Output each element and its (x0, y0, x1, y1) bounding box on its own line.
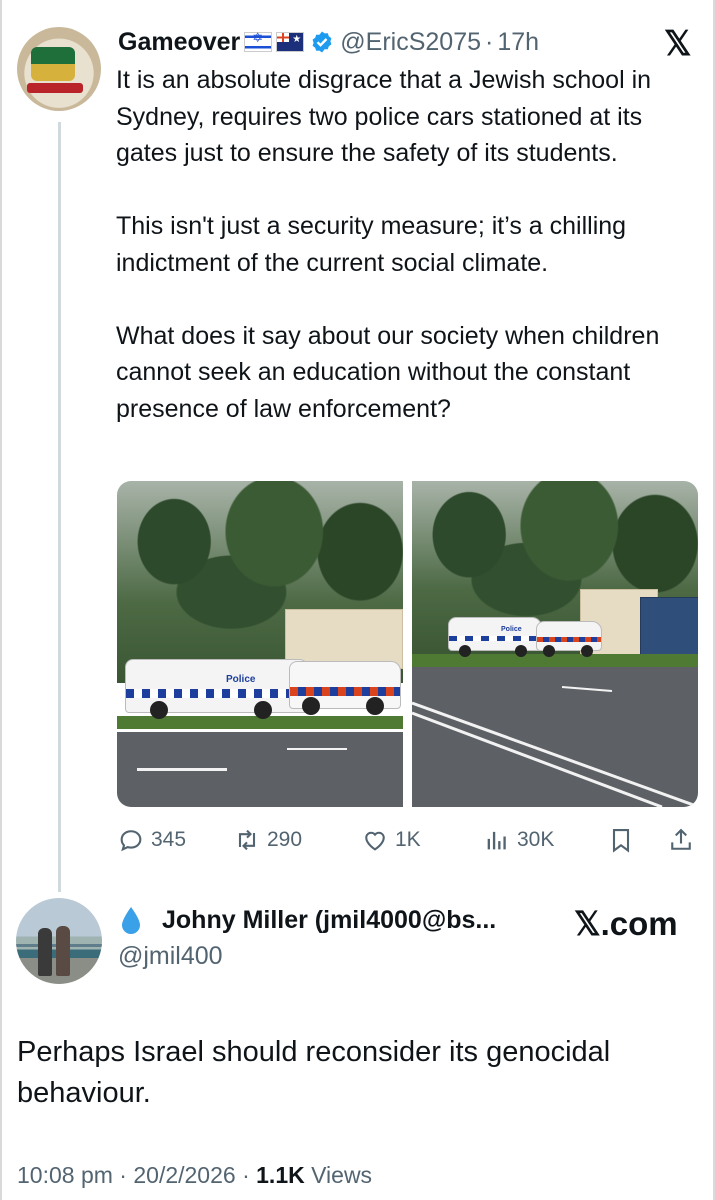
police-car (289, 661, 401, 715)
avatar-person (38, 928, 52, 976)
author-name[interactable]: Gameover (118, 28, 240, 57)
verified-badge-icon (312, 31, 332, 53)
tweet-paragraph: What does it say about our society when … (116, 321, 660, 423)
police-livery (290, 687, 400, 696)
thread-connector-line (58, 122, 61, 892)
car-wheel (302, 697, 320, 715)
bar-chart-icon (487, 831, 506, 850)
reply-views-count: 1.1K (256, 1162, 305, 1188)
road-marking (137, 767, 227, 771)
car-wheel (150, 701, 168, 719)
tweet-paragraph: This isn't just a security measure; it’s… (116, 212, 627, 277)
retweet-action[interactable]: 290 (233, 826, 302, 854)
reply-author-handle[interactable]: @jmil400 (118, 942, 223, 971)
photo-police-cars-left[interactable]: Police (117, 481, 403, 807)
reply-icon (120, 830, 142, 852)
share-action[interactable] (667, 826, 695, 854)
avatar-emblem (31, 47, 75, 81)
reply-metadata: 10:08 pm · 20/2/2026 · 1.1K Views (17, 1162, 372, 1189)
reply-action[interactable]: 345 (117, 826, 186, 854)
police-car: Police (125, 659, 309, 719)
reply-time: 10:08 pm (17, 1162, 113, 1188)
reply-count: 345 (151, 828, 187, 851)
israel-flag-icon (244, 30, 273, 52)
tweet-age[interactable]: 17h (497, 28, 539, 57)
x-logo-icon: 𝕏 (664, 25, 692, 63)
avatar-emblem-ribbon (27, 83, 83, 93)
tweet-body: It is an absolute disgrace that a Jewish… (116, 62, 706, 464)
left-border (0, 0, 2, 1200)
tweet-header: Gameover @EricS2075 · 17h (118, 26, 539, 58)
retweet-count: 290 (267, 828, 303, 851)
reply-date: 20/2/2026 (133, 1162, 236, 1188)
like-count: 1K (395, 828, 421, 851)
retweet-icon (238, 829, 256, 851)
reply-views-label: Views (311, 1162, 373, 1188)
road-lane-lines (412, 686, 698, 807)
views-action[interactable]: 30K (483, 826, 554, 854)
header-separator: · (485, 27, 494, 56)
tweet-paragraph: It is an absolute disgrace that a Jewish… (116, 66, 652, 167)
bookmark-icon (612, 829, 630, 853)
views-count: 30K (517, 828, 555, 851)
reply-author-avatar[interactable] (16, 898, 102, 984)
australia-flag-icon (276, 32, 305, 52)
bookmark-action[interactable] (607, 826, 635, 854)
author-handle[interactable]: @EricS2075 (340, 28, 481, 57)
tweet-actions-bar: 345 290 1K 30K (117, 822, 702, 858)
x-com-logo: 𝕏.com (574, 905, 678, 942)
share-icon (671, 828, 691, 850)
police-livery (126, 688, 308, 698)
police-label: Police (226, 674, 256, 685)
tweet-media: Police Police (117, 481, 698, 807)
like-action[interactable]: 1K (361, 826, 421, 854)
meta-separator: · (242, 1162, 250, 1188)
avatar-person (56, 926, 70, 976)
author-avatar[interactable] (17, 27, 101, 111)
road-marking (287, 748, 347, 751)
car-wheel (366, 697, 384, 715)
water-drop-icon (122, 907, 140, 934)
meta-separator: · (119, 1162, 127, 1188)
reply-body: Perhaps Israel should reconsider its gen… (17, 1036, 611, 1109)
heart-icon (365, 831, 385, 851)
reply-author-name[interactable]: Johny Miller (jmil4000@bs... (162, 906, 496, 935)
car-wheel (254, 701, 272, 719)
photo-police-cars-right[interactable]: Police (412, 481, 698, 807)
